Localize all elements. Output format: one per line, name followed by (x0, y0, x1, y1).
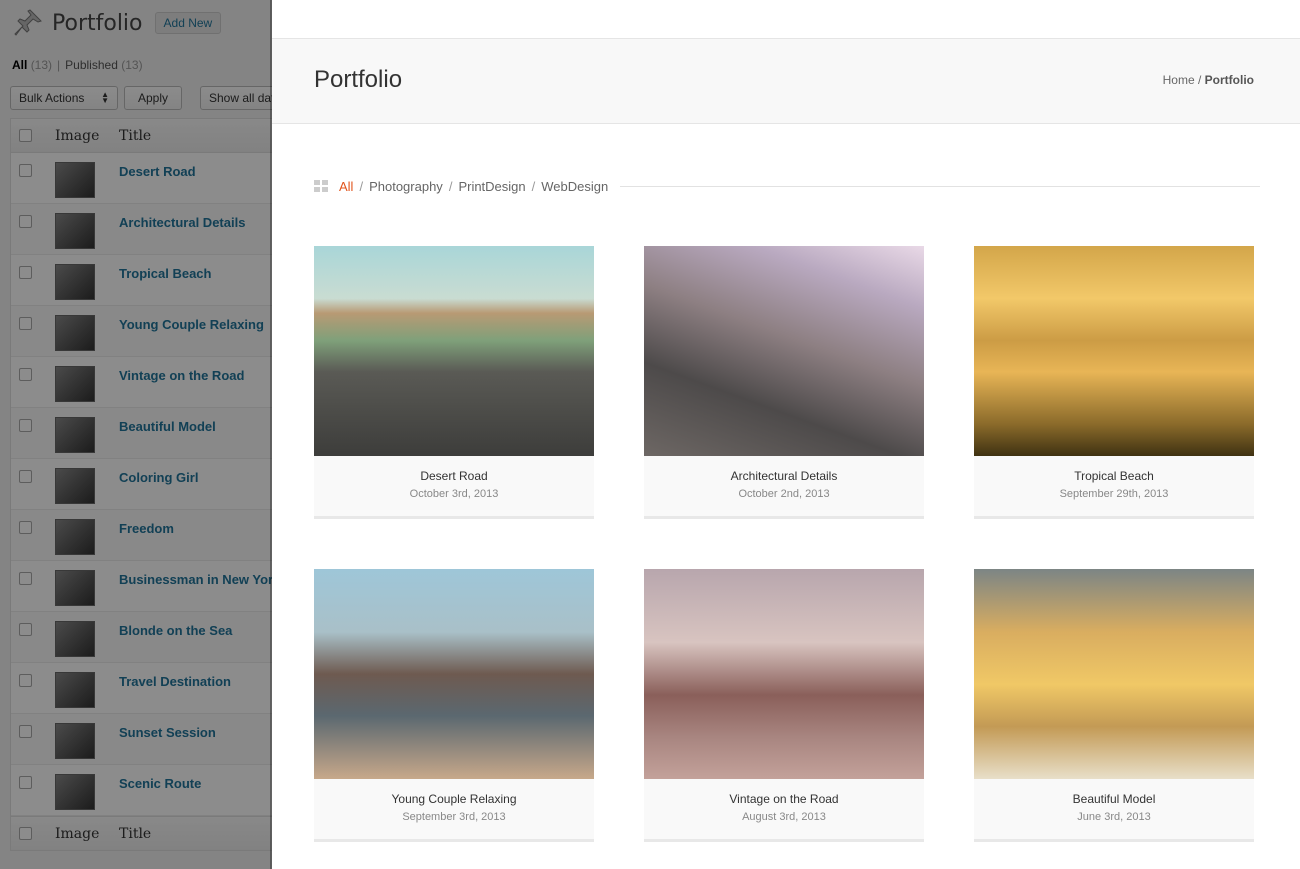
modal-overlay[interactable] (0, 0, 272, 869)
filter-all-link[interactable]: All (339, 179, 353, 194)
portfolio-filter: All / Photography / PrintDesign / WebDesign (314, 176, 1260, 196)
portfolio-image[interactable] (974, 569, 1254, 779)
portfolio-item[interactable]: Young Couple Relaxing September 3rd, 2013 (314, 569, 594, 842)
portfolio-item-date: August 3rd, 2013 (742, 811, 826, 823)
filter-separator: / (359, 178, 364, 194)
breadcrumb-current: Portfolio (1204, 73, 1254, 87)
page-title: Portfolio (314, 66, 403, 93)
filter-divider (620, 185, 1260, 187)
breadcrumb: Home / Portfolio (1162, 73, 1254, 87)
portfolio-image[interactable] (644, 246, 924, 456)
portfolio-item-date: October 3rd, 2013 (409, 488, 499, 500)
portfolio-item[interactable]: Architectural Details October 2nd, 2013 (644, 246, 924, 519)
portfolio-item-date: October 2nd, 2013 (738, 488, 830, 500)
portfolio-item-title[interactable]: Desert Road (314, 469, 594, 483)
filter-link-printdesign[interactable]: PrintDesign (458, 179, 525, 194)
portfolio-image[interactable] (314, 569, 594, 779)
portfolio-item[interactable]: Vintage on the Road August 3rd, 2013 (644, 569, 924, 842)
portfolio-item-title[interactable]: Young Couple Relaxing (314, 792, 594, 806)
filter-link-webdesign[interactable]: WebDesign (541, 179, 608, 194)
portfolio-item-title[interactable]: Beautiful Model (974, 792, 1254, 806)
portfolio-item-date: June 3rd, 2013 (1077, 811, 1151, 823)
portfolio-item-title[interactable]: Tropical Beach (974, 469, 1254, 483)
portfolio-item[interactable]: Desert Road October 3rd, 2013 (314, 246, 594, 519)
grid-icon (314, 180, 328, 192)
portfolio-item[interactable]: Beautiful Model June 3rd, 2013 (974, 569, 1254, 842)
filter-separator: / (448, 178, 453, 194)
portfolio-preview: Portfolio Home / Portfolio All / Photogra… (272, 0, 1300, 869)
portfolio-image[interactable] (314, 246, 594, 456)
portfolio-item-date: September 3rd, 2013 (402, 811, 506, 823)
portfolio-item-title[interactable]: Vintage on the Road (644, 792, 924, 806)
portfolio-item-date: September 29th, 2013 (1059, 488, 1169, 500)
filter-separator: / (531, 178, 536, 194)
filter-link-photography[interactable]: Photography (369, 179, 443, 194)
filter-links: / Photography / PrintDesign / WebDesign (353, 179, 608, 194)
portfolio-image[interactable] (644, 569, 924, 779)
portfolio-item-title[interactable]: Architectural Details (644, 469, 924, 483)
page-header: Portfolio Home / Portfolio (272, 38, 1300, 124)
breadcrumb-home[interactable]: Home (1163, 73, 1195, 87)
portfolio-image[interactable] (974, 246, 1254, 456)
portfolio-item[interactable]: Tropical Beach September 29th, 2013 (974, 246, 1254, 519)
